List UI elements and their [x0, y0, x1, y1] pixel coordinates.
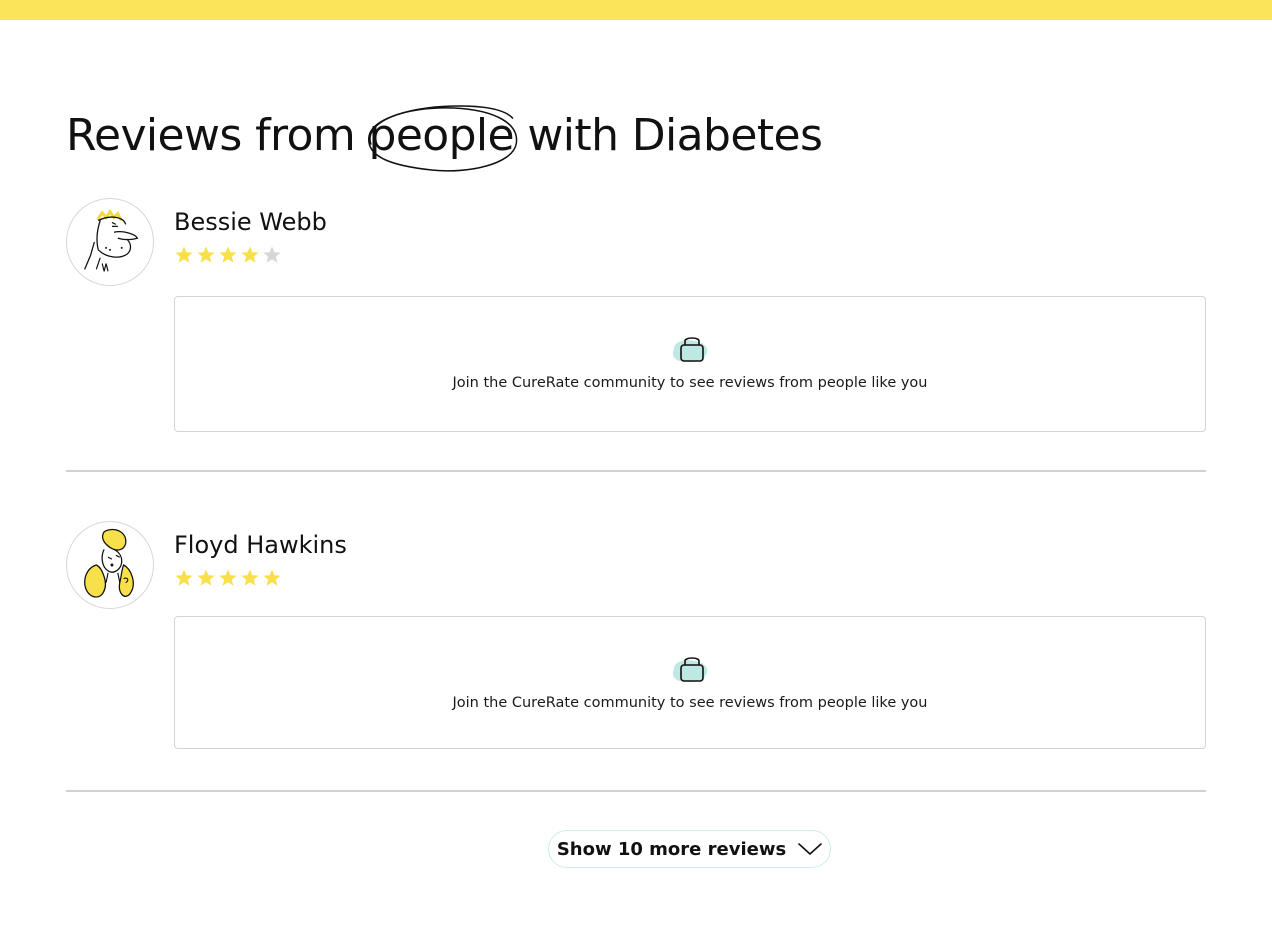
show-more-reviews-button[interactable]: Show 10 more reviews [548, 830, 831, 868]
star-filled-icon [219, 246, 237, 263]
locked-review-text: Join the CureRate community to see revie… [452, 695, 928, 711]
page-title: Reviews from people with Diabetes [66, 105, 823, 172]
star-rating [174, 245, 282, 265]
locked-review-box[interactable]: Join the CureRate community to see revie… [174, 616, 1206, 749]
chevron-down-icon [798, 843, 822, 855]
reviewer-name: Floyd Hawkins [174, 531, 347, 559]
title-text-before: Reviews from [66, 110, 369, 161]
star-filled-icon [175, 246, 193, 263]
star-filled-icon [197, 246, 215, 263]
star-rating [174, 568, 282, 588]
lock-icon [672, 657, 708, 683]
locked-review-text: Join the CureRate community to see revie… [452, 375, 928, 391]
star-filled-icon [197, 569, 215, 586]
bald-man-avatar-icon [84, 209, 139, 272]
title-text-after: with Diabetes [514, 110, 823, 161]
show-more-label: Show 10 more reviews [556, 838, 787, 860]
star-filled-icon [241, 569, 259, 586]
title-highlight: people [368, 105, 518, 172]
star-filled-icon [175, 569, 193, 586]
avatar [66, 198, 154, 286]
lock-icon [672, 337, 708, 363]
avatar [66, 521, 154, 609]
star-filled-icon [241, 246, 259, 263]
star-empty-icon [263, 246, 281, 263]
star-filled-icon [219, 569, 237, 586]
blonde-woman-avatar-icon [84, 528, 134, 598]
reviewer-name: Bessie Webb [174, 208, 327, 236]
hand-drawn-circle-icon [368, 105, 518, 172]
star-filled-icon [263, 569, 281, 586]
review-divider [66, 470, 1206, 472]
locked-review-box[interactable]: Join the CureRate community to see revie… [174, 296, 1206, 432]
top-accent-bar [0, 0, 1272, 20]
review-divider [66, 790, 1206, 792]
